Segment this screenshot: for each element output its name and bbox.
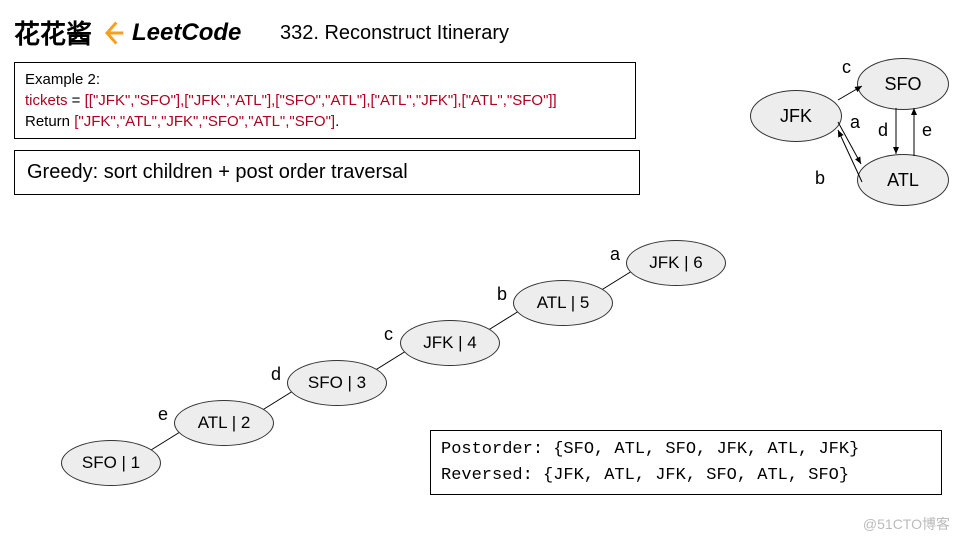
postorder-line: Postorder: {SFO, ATL, SFO, JFK, ATL, JFK… bbox=[441, 437, 931, 463]
chain-node-6: JFK | 6 bbox=[626, 240, 726, 286]
edge-e: e bbox=[922, 120, 932, 141]
edge-c: c bbox=[842, 57, 851, 78]
graph-node-jfk: JFK bbox=[750, 90, 842, 142]
chain-edge-a: a bbox=[610, 244, 620, 265]
chain-node-2: ATL | 2 bbox=[174, 400, 274, 446]
example-box: Example 2: tickets = [["JFK","SFO"],["JF… bbox=[14, 62, 636, 139]
author-label: 花花酱 bbox=[14, 14, 92, 51]
leetcode-icon bbox=[100, 19, 128, 47]
problem-title: 332. Reconstruct Itinerary bbox=[280, 22, 509, 45]
reversed-line: Reversed: {JFK, ATL, JFK, SFO, ATL, SFO} bbox=[441, 463, 931, 489]
chain-edge-b: b bbox=[497, 284, 507, 305]
graph-node-sfo: SFO bbox=[857, 58, 949, 110]
strategy-box: Greedy: sort children + post order trave… bbox=[14, 150, 640, 195]
watermark: @51CTO博客 bbox=[863, 514, 950, 534]
edge-a: a bbox=[850, 112, 860, 133]
example-line2: tickets = [["JFK","SFO"],["JFK","ATL"],[… bbox=[25, 90, 625, 111]
chain-node-5: ATL | 5 bbox=[513, 280, 613, 326]
chain-edge-e: e bbox=[158, 404, 168, 425]
chain-node-4: JFK | 4 bbox=[400, 320, 500, 366]
leetcode-logo: LeetCode bbox=[100, 19, 241, 47]
edge-b: b bbox=[815, 168, 825, 189]
chain-node-1: SFO | 1 bbox=[61, 440, 161, 486]
header: 花花酱 LeetCode bbox=[14, 14, 241, 51]
example-line3: Return ["JFK","ATL","JFK","SFO","ATL","S… bbox=[25, 111, 625, 132]
brand-label: LeetCode bbox=[132, 19, 241, 47]
postorder-box: Postorder: {SFO, ATL, SFO, JFK, ATL, JFK… bbox=[430, 430, 942, 495]
chain-node-3: SFO | 3 bbox=[287, 360, 387, 406]
chain-edge-c: c bbox=[384, 324, 393, 345]
chain-edge-d: d bbox=[271, 364, 281, 385]
example-line1: Example 2: bbox=[25, 69, 625, 90]
edge-d: d bbox=[878, 120, 888, 141]
graph-node-atl: ATL bbox=[857, 154, 949, 206]
